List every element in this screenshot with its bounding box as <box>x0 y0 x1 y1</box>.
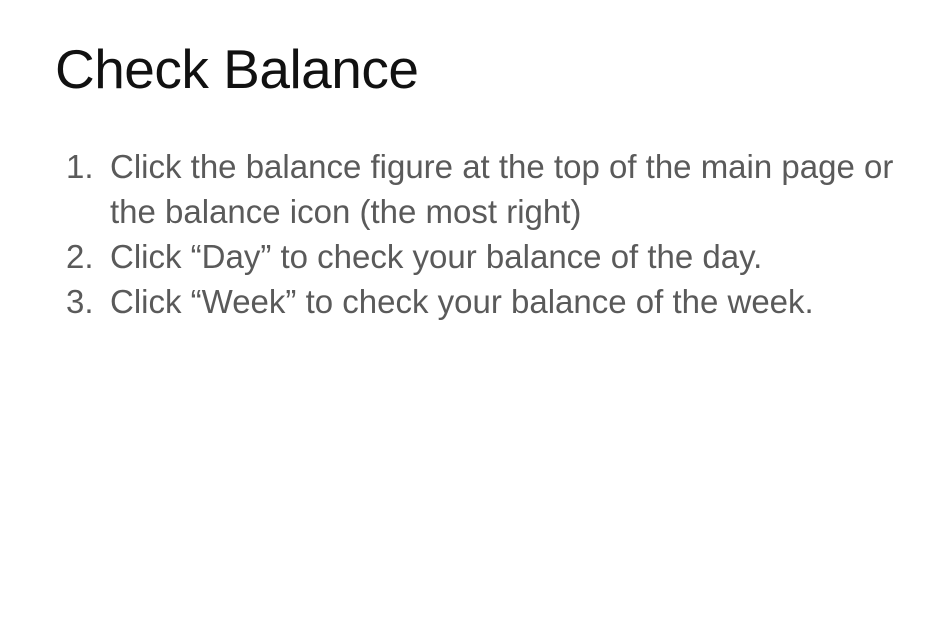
list-item: 2. Click “Day” to check your balance of … <box>66 234 926 279</box>
step-number: 3. <box>66 283 94 320</box>
page-title: Check Balance <box>55 38 419 100</box>
step-text: Click “Week” to check your balance of th… <box>110 283 814 320</box>
list-item: 3. Click “Week” to check your balance of… <box>66 279 926 324</box>
list-item: 1. Click the balance figure at the top o… <box>66 144 926 234</box>
step-text: Click the balance figure at the top of t… <box>110 148 894 230</box>
step-text: Click “Day” to check your balance of the… <box>110 238 763 275</box>
step-number: 2. <box>66 238 94 275</box>
slide: Check Balance 1. Click the balance figur… <box>0 0 951 644</box>
step-number: 1. <box>66 148 94 185</box>
steps-list: 1. Click the balance figure at the top o… <box>66 144 926 324</box>
